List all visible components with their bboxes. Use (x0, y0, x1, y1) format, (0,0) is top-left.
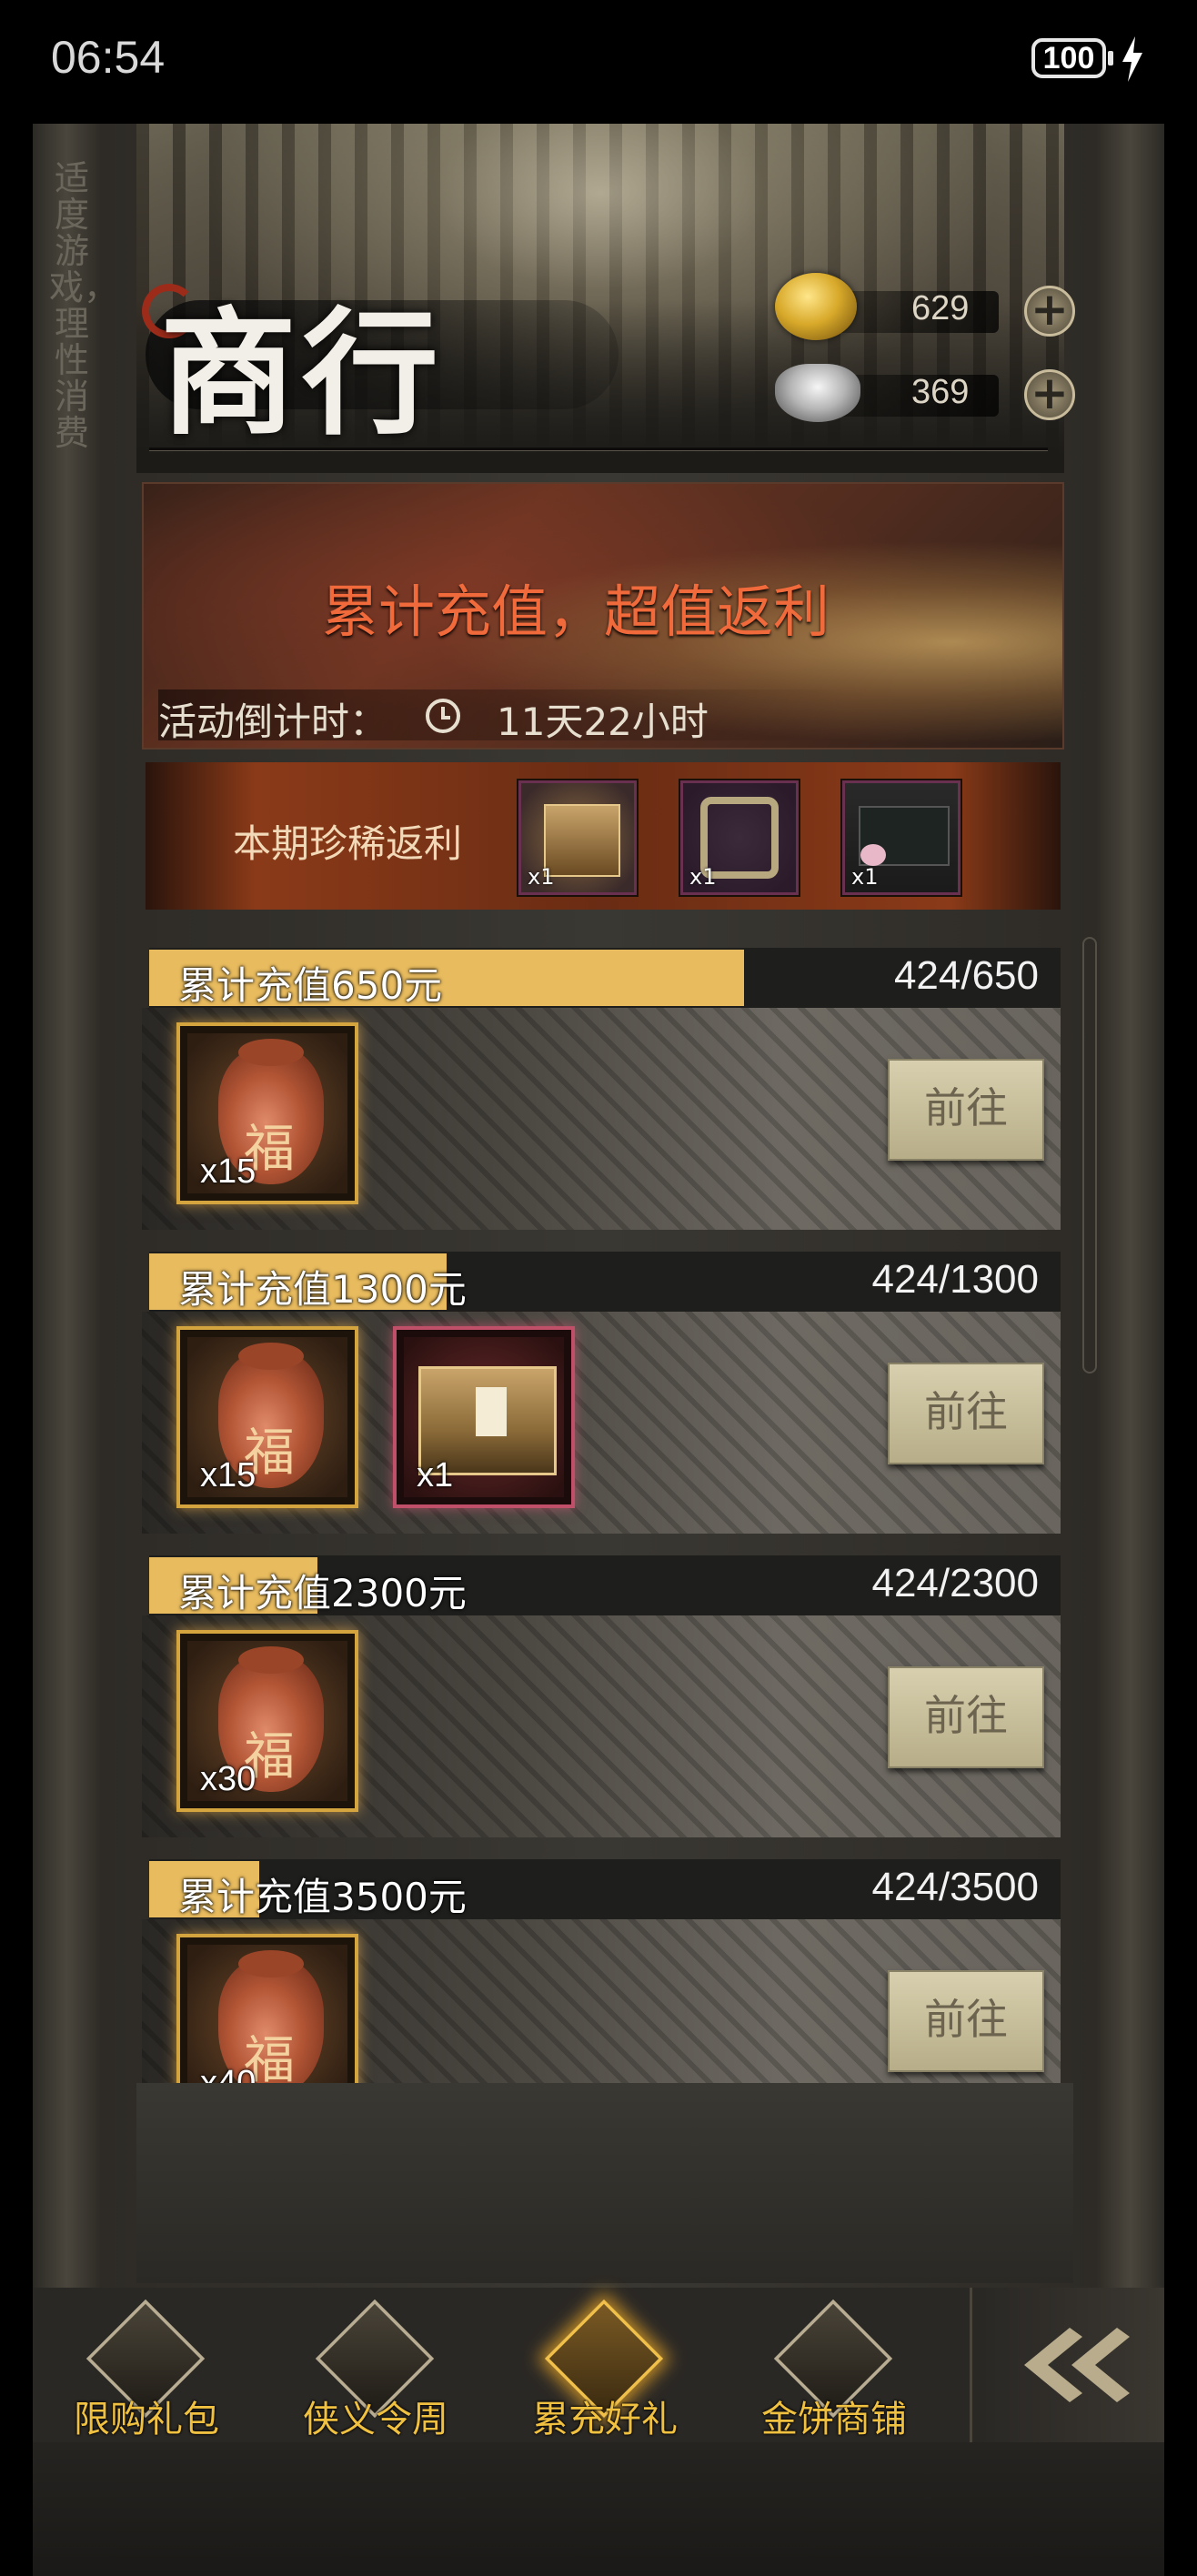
event-banner: 累计充值，超值返利 活动倒计时： 11天22小时 (142, 482, 1064, 750)
rare-rewards-label: 本期珍稀返利 (233, 821, 463, 866)
reward-qty: x15 (200, 1152, 256, 1191)
list-scrollbar[interactable] (1082, 937, 1097, 1374)
reward-item-fortune-bag[interactable]: 福 x30 (176, 1630, 358, 1812)
reward-item-fortune-bag[interactable]: 福 x15 (176, 1326, 358, 1508)
tier-progress-text: 424/1300 (871, 1257, 1039, 1302)
treasure-chest-icon (544, 804, 620, 877)
rare-reward-card[interactable]: x1 (840, 779, 962, 897)
list-bottom-fade (136, 2083, 1073, 2283)
goto-button[interactable]: 前往 (888, 1363, 1044, 1464)
tier-label: 累计充值3500元 (178, 1875, 467, 1919)
bag-knot (238, 1950, 304, 1977)
charging-icon (1122, 36, 1142, 82)
collapse-button[interactable] (979, 2288, 1164, 2442)
tier-label: 累计充值2300元 (178, 1571, 467, 1615)
tier-body: 福 x40 前往 (142, 1919, 1061, 2083)
tab-cumulative-rewards[interactable]: 累充好礼 (491, 2288, 719, 2442)
double-chevron-left-icon (1024, 2328, 1130, 2402)
bag-knot (238, 1039, 304, 1066)
tier-body: 福 x30 前往 (142, 1615, 1061, 1837)
bag-knot (238, 1646, 304, 1674)
add-gold-button[interactable]: + (1024, 286, 1075, 337)
goto-button[interactable]: 前往 (888, 1970, 1044, 2072)
tab-divider (970, 2288, 972, 2442)
reward-item-treasure-chest[interactable]: x1 (393, 1326, 575, 1508)
reward-tier: 累计充值1300元 424/1300 福 x15 x1 前往 (142, 1252, 1061, 1534)
status-bar: 06:54 100 (0, 0, 1197, 124)
goto-button[interactable]: 前往 (888, 1666, 1044, 1768)
tier-body: 福 x15 x1 前往 (142, 1312, 1061, 1534)
tab-label: 金饼商铺 (761, 2399, 907, 2440)
gold-amount: 629 (911, 289, 970, 327)
tier-label: 累计充值650元 (178, 963, 443, 1008)
tab-chivalry-pass[interactable]: 侠义令周 (262, 2288, 489, 2442)
tier-progress-text: 424/2300 (871, 1561, 1039, 1605)
tab-limited-pack[interactable]: 限购礼包 (33, 2288, 260, 2442)
lotus-flower-icon (860, 844, 886, 866)
tab-gold-cake-shop[interactable]: 金饼商铺 (720, 2288, 948, 2442)
silver-currency: 369 + (775, 364, 1084, 422)
countdown-label: 活动倒计时： (158, 699, 388, 744)
tab-label: 侠义令周 (303, 2399, 448, 2440)
silver-ingot-icon (775, 364, 860, 422)
battery-icon: 100 (1031, 38, 1106, 78)
reward-item-fortune-bag[interactable]: 福 x40 (176, 1934, 358, 2083)
rare-reward-frame[interactable]: x1 (679, 779, 800, 897)
reward-item-fortune-bag[interactable]: 福 x15 (176, 1022, 358, 1204)
reward-tier: 累计充值2300元 424/2300 福 x30 前往 (142, 1555, 1061, 1837)
bag-knot (238, 1343, 304, 1370)
add-silver-button[interactable]: + (1024, 369, 1075, 420)
banner-title: 累计充值，超值返利 (321, 579, 830, 645)
goto-button[interactable]: 前往 (888, 1059, 1044, 1161)
reward-qty: x30 (200, 1760, 256, 1798)
tier-label: 累计充值1300元 (178, 1267, 467, 1312)
reward-qty: x1 (417, 1456, 454, 1494)
bottom-tab-bar: 限购礼包 侠义令周 累充好礼 金饼商铺 (33, 2288, 1164, 2442)
silver-amount: 369 (911, 373, 970, 411)
rare-reward-chest[interactable]: x1 (517, 779, 639, 897)
rare-rewards-bar: 本期珍稀返利 x1 x1 x1 (146, 762, 1061, 910)
health-notice: 适度游戏，理性消费 (49, 158, 119, 453)
rare-reward-qty: x1 (851, 864, 879, 890)
tier-body: 福 x15 前往 (142, 1008, 1061, 1230)
tab-label: 限购礼包 (74, 2399, 219, 2440)
rare-reward-qty: x1 (689, 864, 717, 890)
bottom-panel (33, 2442, 1164, 2576)
page-title: 商行 (160, 294, 445, 454)
gold-coin-icon (775, 273, 857, 340)
countdown-value: 11天22小时 (497, 699, 709, 744)
header-divider (149, 448, 1048, 450)
tier-progress-text: 424/650 (893, 953, 1039, 998)
clock-icon (426, 699, 460, 733)
chest-paper (476, 1387, 507, 1436)
reward-tier: 累计充值3500元 424/3500 福 x40 前往 (142, 1859, 1061, 2083)
rare-reward-qty: x1 (528, 864, 555, 890)
reward-tier: 累计充值650元 424/650 福 x15 前往 (142, 948, 1061, 1230)
status-time: 06:54 (51, 32, 166, 83)
reward-qty: x40 (200, 2064, 256, 2083)
gold-currency: 629 + (775, 273, 1084, 340)
reward-qty: x15 (200, 1456, 256, 1494)
tab-label: 累充好礼 (532, 2399, 678, 2440)
battery-nub (1108, 51, 1113, 65)
tier-progress-text: 424/3500 (871, 1865, 1039, 1909)
